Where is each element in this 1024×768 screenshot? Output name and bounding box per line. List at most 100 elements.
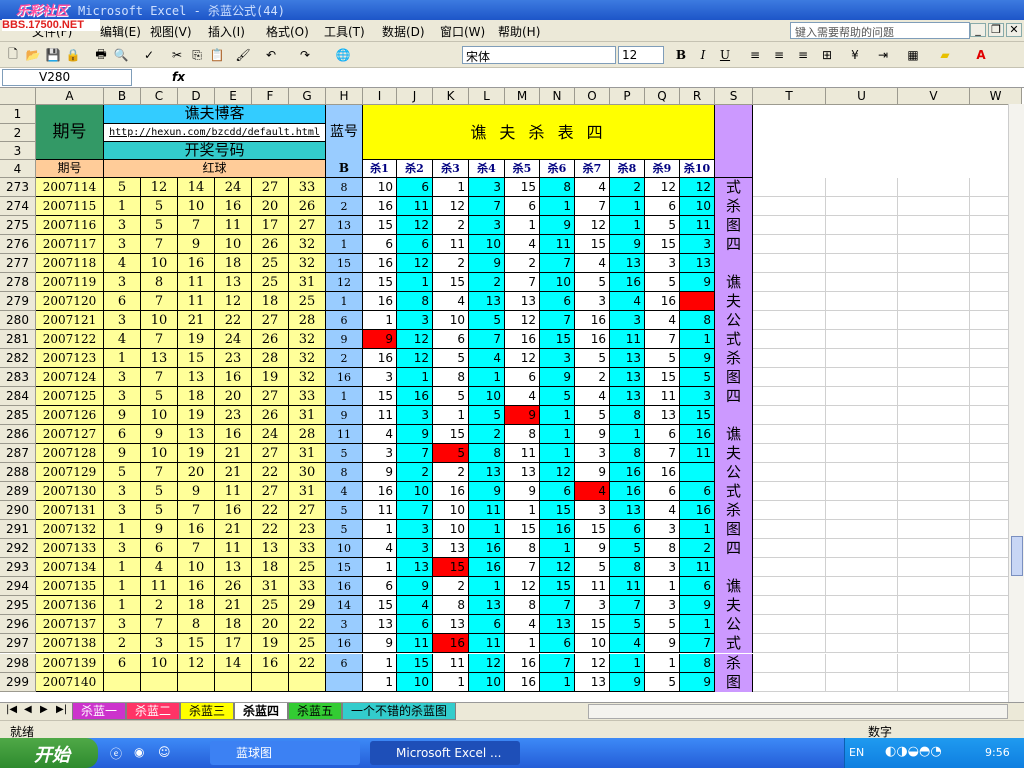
start-button[interactable]: 开始: [0, 738, 98, 768]
fx-icon[interactable]: fx: [172, 70, 185, 84]
row-header-297[interactable]: 297: [0, 634, 36, 653]
column-header-O[interactable]: O: [575, 88, 610, 105]
taskbar-item-excel[interactable]: Microsoft Excel ...: [370, 741, 520, 765]
column-header-B[interactable]: B: [104, 88, 141, 105]
column-header-M[interactable]: M: [505, 88, 540, 105]
menu-data[interactable]: 数据(D): [382, 23, 425, 40]
sheet-tab-6[interactable]: 一个不错的杀蓝图: [342, 703, 457, 720]
menu-insert[interactable]: 插入(I): [208, 23, 245, 40]
column-header-F[interactable]: F: [252, 88, 289, 105]
row-header-276[interactable]: 276: [0, 235, 36, 254]
column-header-J[interactable]: J: [397, 88, 433, 105]
copy-icon[interactable]: ⎘: [188, 46, 206, 64]
row-header-299[interactable]: 299: [0, 673, 36, 692]
row-header-281[interactable]: 281: [0, 330, 36, 349]
next-sheet-icon[interactable]: ▶: [40, 704, 48, 715]
format-painter-icon[interactable]: 🖌: [234, 46, 252, 64]
spelling-icon[interactable]: ✓: [140, 46, 158, 64]
row-header-284[interactable]: 284: [0, 387, 36, 406]
column-header-W[interactable]: W: [970, 88, 1022, 105]
font-name-select[interactable]: 宋体: [462, 46, 616, 64]
row-header-1[interactable]: 1: [0, 105, 36, 124]
menu-view[interactable]: 视图(V): [150, 23, 192, 40]
align-left-icon[interactable]: ≡: [746, 46, 764, 64]
row-header-298[interactable]: 298: [0, 654, 36, 673]
row-header-294[interactable]: 294: [0, 577, 36, 596]
column-header-C[interactable]: C: [141, 88, 178, 105]
row-header-291[interactable]: 291: [0, 520, 36, 539]
first-sheet-icon[interactable]: |◀: [6, 704, 17, 715]
print-preview-icon[interactable]: 🔍: [112, 46, 130, 64]
row-header-285[interactable]: 285: [0, 406, 36, 425]
column-header-A[interactable]: A: [36, 88, 104, 105]
column-header-V[interactable]: V: [898, 88, 970, 105]
font-size-select[interactable]: 12: [618, 46, 664, 64]
underline-button[interactable]: U: [716, 46, 734, 64]
row-header-4[interactable]: 4: [0, 160, 36, 178]
sheet-tab-3[interactable]: 杀蓝三: [180, 703, 235, 720]
open-icon[interactable]: 📂: [24, 46, 42, 64]
row-header-279[interactable]: 279: [0, 292, 36, 311]
column-header-R[interactable]: R: [680, 88, 715, 105]
font-color-icon[interactable]: A: [972, 46, 990, 64]
row-header-278[interactable]: 278: [0, 273, 36, 292]
select-all-corner[interactable]: [0, 88, 36, 105]
menu-window[interactable]: 窗口(W): [440, 23, 485, 40]
column-header-I[interactable]: I: [363, 88, 397, 105]
sheet-tab-5[interactable]: 杀蓝五: [288, 703, 343, 720]
menu-edit[interactable]: 编辑(E): [100, 23, 141, 40]
row-header-277[interactable]: 277: [0, 254, 36, 273]
permission-icon[interactable]: 🔒: [64, 46, 82, 64]
row-header-280[interactable]: 280: [0, 311, 36, 330]
column-header-D[interactable]: D: [178, 88, 215, 105]
row-header-293[interactable]: 293: [0, 558, 36, 577]
column-header-T[interactable]: T: [753, 88, 826, 105]
fill-color-icon[interactable]: ▰: [936, 46, 954, 64]
column-header-Q[interactable]: Q: [645, 88, 680, 105]
restore-icon[interactable]: ❐: [988, 23, 1004, 37]
column-header-S[interactable]: S: [715, 88, 753, 105]
column-header-P[interactable]: P: [610, 88, 645, 105]
row-header-292[interactable]: 292: [0, 539, 36, 558]
quicklaunch-ie-icon[interactable]: ⓔ: [110, 745, 122, 762]
align-right-icon[interactable]: ≡: [794, 46, 812, 64]
sheet-tab-2[interactable]: 杀蓝二: [126, 703, 181, 720]
row-header-274[interactable]: 274: [0, 197, 36, 216]
italic-button[interactable]: I: [694, 46, 712, 64]
redo-icon[interactable]: ↷: [296, 46, 314, 64]
name-box[interactable]: V280: [2, 69, 132, 86]
row-header-273[interactable]: 273: [0, 178, 36, 197]
column-header-L[interactable]: L: [469, 88, 505, 105]
row-header-283[interactable]: 283: [0, 368, 36, 387]
sheet-tab-4-active[interactable]: 杀蓝四: [234, 703, 289, 720]
currency-icon[interactable]: ¥: [846, 46, 864, 64]
row-header-2[interactable]: 2: [0, 124, 36, 142]
print-icon[interactable]: 🖶: [92, 46, 110, 64]
quicklaunch-media-icon[interactable]: ◉: [134, 745, 144, 759]
bold-button[interactable]: B: [672, 46, 690, 64]
save-icon[interactable]: 💾: [44, 46, 62, 64]
row-header-290[interactable]: 290: [0, 501, 36, 520]
row-header-287[interactable]: 287: [0, 444, 36, 463]
horizontal-scrollbar[interactable]: [588, 704, 1008, 719]
prev-sheet-icon[interactable]: ◀: [24, 704, 32, 715]
row-header-289[interactable]: 289: [0, 482, 36, 501]
column-header-H[interactable]: H: [326, 88, 363, 105]
column-header-K[interactable]: K: [433, 88, 469, 105]
row-header-288[interactable]: 288: [0, 463, 36, 482]
row-header-282[interactable]: 282: [0, 349, 36, 368]
vertical-scrollbar[interactable]: [1008, 104, 1024, 702]
taskbar-item-folder[interactable]: 蓝球图: [210, 741, 360, 765]
column-header-N[interactable]: N: [540, 88, 575, 105]
row-header-275[interactable]: 275: [0, 216, 36, 235]
cut-icon[interactable]: ✂: [168, 46, 186, 64]
menu-tools[interactable]: 工具(T): [324, 23, 365, 40]
indent-icon[interactable]: ⇥: [874, 46, 892, 64]
help-search-input[interactable]: 键入需要帮助的问题: [790, 22, 970, 39]
scroll-thumb[interactable]: [1011, 536, 1023, 576]
row-header-296[interactable]: 296: [0, 615, 36, 634]
tray-icons[interactable]: ◐◑◒◓◔: [885, 744, 942, 759]
minimize-icon[interactable]: _: [970, 23, 986, 37]
row-header-286[interactable]: 286: [0, 425, 36, 444]
column-header-U[interactable]: U: [826, 88, 898, 105]
